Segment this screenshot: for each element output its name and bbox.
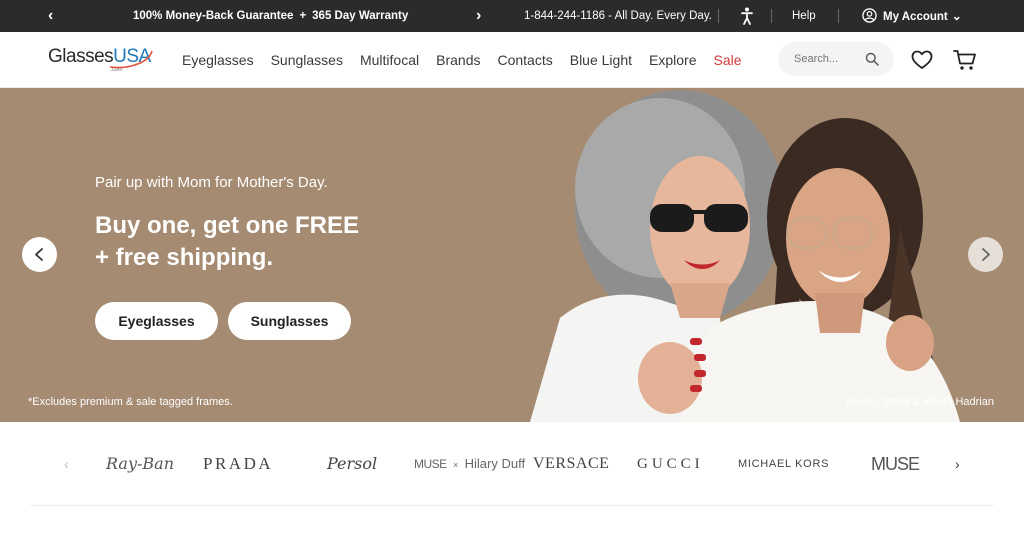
photo-credit: Muse Optical & Photo Hadrian bbox=[846, 396, 994, 408]
brands-prev-chevron-icon[interactable]: ‹ bbox=[64, 450, 69, 478]
my-account-menu[interactable]: My Account ⌄ bbox=[862, 0, 962, 32]
accessibility-icon[interactable] bbox=[740, 7, 754, 25]
promo-plus: + bbox=[299, 10, 307, 22]
nav-multifocal[interactable]: Multifocal bbox=[360, 52, 419, 68]
user-icon bbox=[862, 8, 877, 23]
brand-prada[interactable]: PRADA bbox=[203, 450, 273, 478]
brand-versace[interactable]: VERSACE bbox=[533, 450, 609, 478]
muse-hd-name: Hilary Duff bbox=[464, 456, 526, 471]
phone-link[interactable]: 1-844-244-1186 - All Day. Every Day. bbox=[524, 0, 712, 32]
chevron-left-icon bbox=[35, 248, 43, 261]
muse-hd-x: × bbox=[453, 460, 459, 470]
hero-photo-mother-daughter bbox=[530, 90, 960, 422]
main-nav: Eyeglasses Sunglasses Multifocal Brands … bbox=[182, 32, 759, 88]
shop-sunglasses-button[interactable]: Sunglasses bbox=[228, 302, 351, 340]
search-icon[interactable] bbox=[865, 52, 879, 66]
promo-prev-chevron-icon[interactable]: ‹ bbox=[48, 0, 53, 32]
nav-sale[interactable]: Sale bbox=[713, 52, 741, 68]
hero-headline: Buy one, get one FREE + free shipping. bbox=[95, 210, 359, 274]
hero-footnote: *Excludes premium & sale tagged frames. bbox=[28, 396, 233, 408]
warranty-text: 365 Day Warranty bbox=[312, 10, 409, 22]
chevron-down-icon: ⌄ bbox=[951, 9, 962, 23]
cart-icon[interactable] bbox=[953, 49, 977, 71]
nav-brands[interactable]: Brands bbox=[436, 52, 480, 68]
topbar-divider bbox=[838, 9, 839, 23]
glassesusa-logo[interactable]: GlassesUSA .com bbox=[48, 46, 153, 76]
brand-carousel: ‹ Ray-Ban PRADA Persol MUSE × Hilary Duf… bbox=[0, 422, 1024, 506]
heart-icon[interactable] bbox=[911, 50, 933, 70]
nav-explore[interactable]: Explore bbox=[649, 52, 696, 68]
help-link[interactable]: Help bbox=[792, 0, 816, 32]
nav-contacts[interactable]: Contacts bbox=[497, 52, 552, 68]
nav-sunglasses[interactable]: Sunglasses bbox=[271, 52, 343, 68]
search-box[interactable] bbox=[778, 42, 894, 76]
muse-hd-muse: MUSE bbox=[414, 457, 447, 471]
hero-headline-line1: Buy one, get one FREE bbox=[95, 212, 360, 239]
brand-gucci[interactable]: GUCCI bbox=[637, 450, 704, 478]
shop-eyeglasses-button[interactable]: Eyeglasses bbox=[95, 302, 218, 340]
site-header: GlassesUSA .com Eyeglasses Sunglasses Mu… bbox=[0, 32, 1024, 88]
topbar-divider bbox=[718, 9, 719, 23]
my-account-label: My Account bbox=[883, 11, 948, 23]
hero-subtitle: Pair up with Mom for Mother's Day. bbox=[95, 174, 328, 191]
hero-banner: Pair up with Mom for Mother's Day. Buy o… bbox=[0, 88, 1024, 422]
brands-next-chevron-icon[interactable]: › bbox=[955, 450, 960, 478]
promo-message: 100% Money-Back Guarantee +365 Day Warran… bbox=[133, 0, 408, 32]
promo-next-chevron-icon[interactable]: › bbox=[476, 0, 481, 32]
top-promo-bar: ‹ 100% Money-Back Guarantee +365 Day Warr… bbox=[0, 0, 1024, 32]
hero-headline-line2: + free shipping. bbox=[95, 244, 274, 271]
carousel-next-button[interactable] bbox=[968, 237, 1003, 272]
nav-eyeglasses[interactable]: Eyeglasses bbox=[182, 52, 254, 68]
brand-muse[interactable]: MUSE bbox=[871, 450, 920, 478]
section-divider bbox=[30, 505, 994, 506]
logo-swoosh-icon bbox=[109, 50, 153, 69]
chevron-right-icon bbox=[982, 248, 990, 261]
brand-muse-hilary-duff[interactable]: MUSE × Hilary Duff bbox=[414, 450, 525, 478]
brand-rayban[interactable]: Ray-Ban bbox=[106, 450, 174, 478]
search-input[interactable] bbox=[794, 51, 858, 67]
topbar-divider bbox=[771, 9, 772, 23]
nav-blue-light[interactable]: Blue Light bbox=[570, 52, 632, 68]
brand-michael-kors[interactable]: MICHAEL KORS bbox=[738, 450, 829, 478]
brand-persol[interactable]: Persol bbox=[327, 450, 377, 478]
logo-glasses-text: Glasses bbox=[48, 46, 114, 67]
carousel-prev-button[interactable] bbox=[22, 237, 57, 272]
guarantee-text: 100% Money-Back Guarantee bbox=[133, 10, 294, 22]
